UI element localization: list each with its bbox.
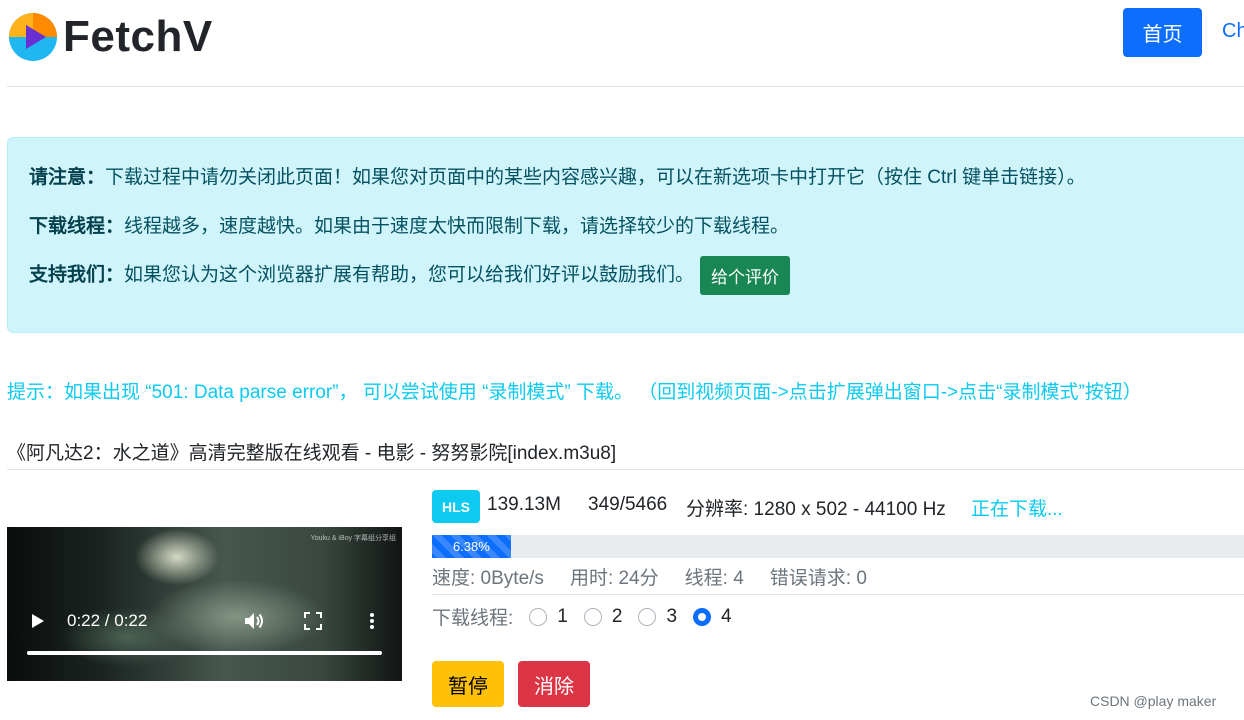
nav-link[interactable]: Ch (1222, 20, 1244, 43)
alert-support-label: 支持我们： (29, 264, 125, 286)
alert-threads-label: 下载线程： (29, 216, 125, 237)
video-seek-bar[interactable] (27, 651, 382, 655)
alert-notice-label: 请注意： (29, 167, 106, 188)
video-player[interactable]: Youku & iBoy 字幕组分享组 0:22 / 0:22 (7, 527, 402, 681)
delete-button[interactable]: 消除 (518, 661, 590, 707)
thread-option-2[interactable]: 2 (583, 605, 623, 628)
pause-button[interactable]: 暂停 (432, 661, 504, 707)
radio-3[interactable] (638, 607, 657, 626)
info-alert: 请注意：下载过程中请勿关闭此页面！如果您对页面中的某些内容感兴趣，可以在新选项卡… (7, 137, 1244, 333)
play-icon[interactable] (32, 614, 44, 628)
stream-type-badge: HLS (432, 490, 480, 523)
elapsed-stat: 用时: 24分 (569, 568, 659, 589)
fetchv-logo-icon (9, 13, 57, 61)
thread-option-4[interactable]: 4 (693, 606, 732, 628)
thread-selector: 下载线程: 1 2 3 4 (432, 603, 732, 630)
radio-2[interactable] (583, 607, 602, 626)
download-status: 正在下载... (971, 499, 1063, 520)
tip-text: 提示：如果出现 “501: Data parse error”， 可以尝试使用 … (7, 382, 1142, 403)
download-progress-bar: 6.38% (432, 535, 1244, 558)
alert-line-notice: 请注意：下载过程中请勿关闭此页面！如果您对页面中的某些内容感兴趣，可以在新选项卡… (29, 162, 1086, 189)
thread-option-label: 4 (721, 605, 732, 627)
download-stats: 速度: 0Byte/s 用时: 24分 线程: 4 错误请求: 0 (432, 563, 893, 590)
threads-stat: 线程: 4 (684, 568, 744, 589)
download-progress-fill: 6.38% (432, 535, 511, 558)
errors-stat: 错误请求: 0 (769, 568, 867, 589)
alert-notice-text: 下载过程中请勿关闭此页面！如果您对页面中的某些内容感兴趣，可以在新选项卡中打开它… (105, 167, 1086, 188)
resolution-info: 分辨率: 1280 x 502 - 44100 Hz (686, 499, 946, 520)
thread-option-label: 1 (557, 605, 568, 627)
thread-option-3[interactable]: 3 (638, 606, 677, 628)
volume-icon[interactable] (243, 611, 265, 631)
thread-option-label: 3 (666, 605, 678, 627)
radio-4[interactable] (693, 607, 712, 626)
app-logo[interactable]: FetchV (7, 11, 213, 63)
home-button[interactable]: 首页 (1123, 8, 1202, 57)
video-controls: 0:22 / 0:22 (7, 609, 402, 633)
file-title: 《阿凡达2：水之道》高清完整版在线观看 - 电影 - 努努影院[index.m3… (7, 443, 617, 464)
file-size: 139.13M (487, 494, 561, 515)
title-divider (7, 469, 1244, 470)
speed-stat: 速度: 0Byte/s (432, 568, 544, 589)
alert-line-threads: 下载线程：线程越多，速度越快。如果由于速度太快而限制下载，请选择较少的下载线程。 (29, 211, 789, 238)
fullscreen-icon[interactable] (304, 612, 322, 630)
alert-threads-text: 线程越多，速度越快。如果由于速度太快而限制下载，请选择较少的下载线程。 (124, 216, 790, 237)
alert-support-text: 如果您认为这个浏览器扩展有帮助，您可以给我们好评以鼓励我们。 (124, 264, 695, 286)
alert-line-support: 支持我们：如果您认为这个浏览器扩展有帮助，您可以给我们好评以鼓励我们。 给个评价 (29, 256, 791, 295)
stats-divider (432, 594, 1244, 595)
video-watermark: Youku & iBoy 字幕组分享组 (310, 535, 396, 542)
radio-1[interactable] (529, 607, 548, 626)
thread-selector-label: 下载线程: (432, 608, 514, 629)
header-divider (7, 86, 1244, 87)
video-time: 0:22 / 0:22 (67, 611, 148, 630)
segment-count: 349/5466 (588, 494, 668, 515)
more-options-icon[interactable] (369, 612, 375, 630)
watermark-credit: CSDN @play maker (1090, 693, 1217, 709)
thread-option-1[interactable]: 1 (529, 606, 568, 628)
rate-button[interactable]: 给个评价 (700, 256, 791, 295)
thread-option-label: 2 (611, 605, 623, 627)
app-name: FetchV (63, 12, 213, 61)
